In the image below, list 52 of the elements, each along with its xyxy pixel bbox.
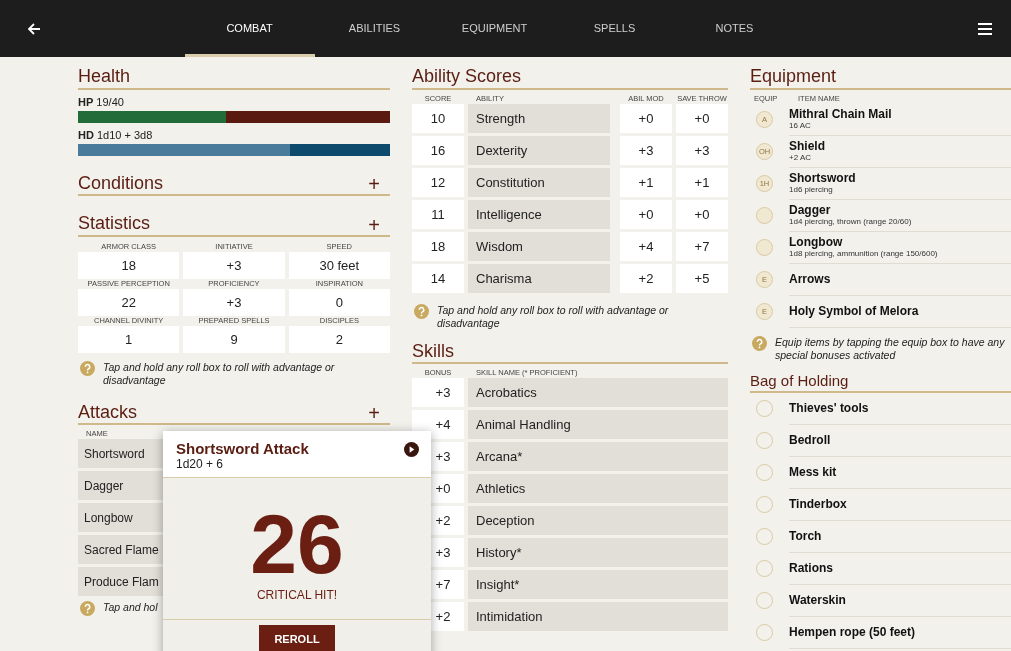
- skill-name: Intimidation: [468, 602, 728, 632]
- section-title: Skills: [412, 339, 454, 363]
- item-name: Shortsword: [789, 171, 857, 185]
- item-detail: 16 AC: [789, 121, 812, 130]
- item-name: Shield: [789, 139, 826, 153]
- skill-name: Deception: [468, 506, 728, 536]
- section-title: Ability Scores: [412, 65, 522, 88]
- item-name: Torch: [789, 528, 823, 543]
- hint-text: Tap and hold any roll box to roll with advantage or disadvantage: [437, 303, 670, 330]
- item-detail: 1d6 piercing: [789, 185, 834, 194]
- skill-name: Athletics: [468, 474, 728, 504]
- item-detail: 1d8 piercing, ammunition (range 150/600): [789, 249, 939, 258]
- ability-name: Constitution: [468, 167, 610, 197]
- item-detail: 1d4 piercing, thrown (range 20/60): [789, 217, 913, 226]
- item-name: Holy Symbol of Melora: [789, 303, 920, 318]
- skill-name: Acrobatics: [468, 378, 728, 408]
- hint-text: Equip items by tapping the equip box to have any special bonuses activated: [775, 335, 1006, 362]
- ability-name: Wisdom: [468, 231, 610, 261]
- bar-label: HP 19/40: [78, 95, 125, 108]
- section-title: Equipment: [750, 65, 837, 88]
- section-title: Conditions: [78, 171, 164, 194]
- item-name: Waterskin: [789, 592, 847, 607]
- bar-label: HD 1d10 + 3d8: [78, 128, 154, 141]
- section-title: Attacks: [78, 400, 138, 424]
- skill-name: History*: [468, 538, 728, 568]
- skill-name: Animal Handling: [468, 410, 728, 440]
- skill-name: Arcana*: [468, 442, 728, 472]
- item-name: Mithral Chain Mail: [789, 107, 893, 121]
- item-name: Dagger: [789, 203, 832, 217]
- item-name: Hempen rope (50 feet): [789, 624, 917, 639]
- item-name: Thieves' tools: [789, 400, 870, 415]
- ability-name: Charisma: [468, 263, 610, 293]
- ability-name: Dexterity: [468, 135, 610, 165]
- skill-name: Insight*: [468, 570, 728, 600]
- section-title: Health: [78, 65, 131, 88]
- item-name: Mess kit: [789, 464, 838, 479]
- item-name: Longbow: [789, 235, 844, 249]
- dialog-title: Shortsword Attack: [176, 440, 309, 457]
- hint-text: Tap and hol: [103, 601, 158, 615]
- item-name: Arrows: [789, 271, 832, 286]
- section-title: Bag of Holding: [750, 371, 849, 391]
- ability-name: Intelligence: [468, 199, 610, 229]
- item-name: Rations: [789, 560, 834, 575]
- item-name: Bedroll: [789, 432, 832, 447]
- item-name: Tinderbox: [789, 496, 848, 511]
- roll-outcome: CRITICAL HIT!: [256, 588, 338, 602]
- hint-text: Tap and hold any roll box to roll with advantage or disadvantage: [103, 360, 336, 387]
- roll-formula: 1d20 + 6: [176, 457, 225, 471]
- section-title: Statistics: [78, 212, 151, 235]
- item-detail: +2 AC: [789, 153, 812, 162]
- ability-name: Strength: [468, 103, 610, 133]
- roll-result: 26: [250, 502, 344, 586]
